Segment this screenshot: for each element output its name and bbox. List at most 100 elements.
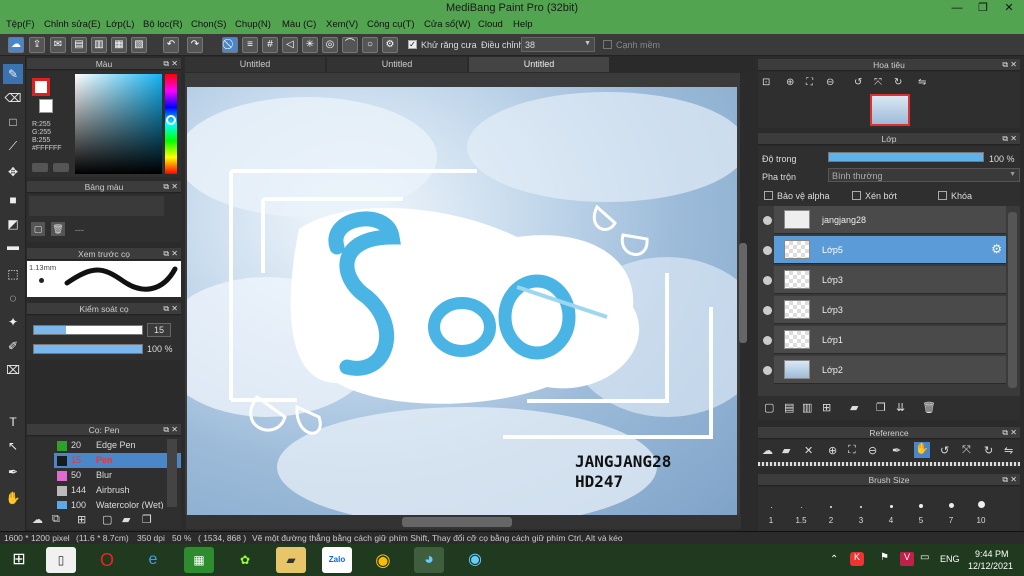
open-folder-icon[interactable]: ▰ — [782, 444, 790, 457]
secondary-color-swatch[interactable] — [39, 99, 53, 113]
menu-window[interactable]: Cửa sổ(W) — [424, 17, 470, 30]
dot-tool-icon[interactable]: □ — [3, 112, 23, 132]
layer-item[interactable]: jangjang28 — [774, 206, 1006, 234]
menu-help[interactable]: Help — [513, 17, 533, 30]
panel-close-icon[interactable]: ⧉ ✕ — [163, 248, 178, 260]
brush-size-option[interactable]: 1 — [757, 497, 785, 525]
panel-close-icon[interactable]: ⧉ ✕ — [1002, 427, 1017, 439]
snap-vanish-icon[interactable]: ◁ — [282, 37, 298, 53]
eye-icon[interactable] — [763, 216, 772, 225]
comment-icon[interactable]: ✉ — [50, 37, 66, 53]
flip-icon[interactable]: ⤧ — [962, 444, 971, 457]
brush-size-option[interactable]: 10 — [967, 497, 995, 525]
gradient-tool-icon[interactable]: ▬ — [3, 236, 23, 256]
flip-horizontal-icon[interactable]: ⇋ — [1004, 444, 1013, 457]
merge-layer-icon[interactable]: ⇊ — [896, 401, 905, 414]
eye-icon[interactable] — [763, 366, 772, 375]
brush-item-edge-pen[interactable]: 20 Edge Pen — [54, 438, 181, 453]
tab-untitled-2[interactable]: Untitled — [327, 57, 467, 72]
undo-icon[interactable]: ↶ — [163, 37, 179, 53]
close-icon[interactable]: ✕ — [804, 444, 813, 457]
store-icon[interactable]: ▦ — [184, 547, 214, 573]
panel-close-icon[interactable]: ⧉ ✕ — [1002, 474, 1017, 486]
brush-size-option[interactable]: 3 — [847, 497, 875, 525]
rotate-right-icon[interactable]: ↻ — [894, 77, 902, 88]
panel-close-icon[interactable]: ⧉ ✕ — [163, 181, 178, 193]
brush-size-option[interactable]: 4 — [877, 497, 905, 525]
export-icon[interactable]: ⇪ — [29, 37, 45, 53]
opera-icon[interactable]: O — [92, 547, 122, 573]
rotate-left-icon[interactable]: ↺ — [940, 444, 949, 457]
antialias-checkbox[interactable]: ✓ — [408, 40, 417, 49]
canvas-hscroll[interactable] — [402, 517, 512, 527]
eyedropper-icon[interactable]: ✒ — [892, 444, 901, 457]
select-pen-icon[interactable]: ✐ — [3, 336, 23, 356]
layer-list-scrollbar[interactable] — [1008, 212, 1017, 388]
snap-parallel-icon[interactable]: ≡ — [242, 37, 258, 53]
lasso-tool-icon[interactable]: ◌ — [3, 288, 23, 308]
menu-tools[interactable]: Công cụ(T) — [367, 17, 415, 30]
brush-size-option[interactable]: 7 — [937, 497, 965, 525]
panel-close-icon[interactable]: ⧉ ✕ — [163, 424, 178, 436]
tab-untitled-1[interactable]: Untitled — [185, 57, 325, 72]
grid-icon[interactable]: ▦ — [111, 37, 127, 53]
menu-file[interactable]: Tệp(F) — [6, 17, 35, 30]
page-icon[interactable]: ▤ — [71, 37, 87, 53]
tray-expand-icon[interactable]: ⌃ — [830, 554, 838, 565]
close-icon[interactable]: ✕ — [996, 0, 1022, 17]
add-brush-icon[interactable]: ⊞ — [77, 513, 86, 526]
explorer-icon[interactable]: ▰ — [276, 547, 306, 573]
medibang-icon[interactable]: ◕ — [414, 547, 444, 573]
palette-area[interactable] — [29, 196, 164, 216]
settings-gear-icon[interactable]: ⚙ — [382, 37, 398, 53]
add-layer-menu-icon[interactable]: ⊞ — [822, 401, 831, 414]
canvas-vscroll[interactable] — [739, 243, 747, 343]
panel-close-icon[interactable]: ⧉ ✕ — [163, 58, 178, 70]
flip-icon[interactable]: ⇋ — [918, 77, 926, 88]
line-tool-icon[interactable]: ⟋ — [3, 136, 23, 156]
adjust-select[interactable]: 38 ▼ — [521, 37, 595, 52]
app-icon[interactable]: ✿ — [230, 547, 260, 573]
chrome-profile-icon[interactable]: ◉ — [460, 547, 490, 573]
zoom-out-icon[interactable]: ⊖ — [868, 444, 877, 457]
brush-tool-icon[interactable]: ✎ — [3, 64, 23, 84]
snap-ellipse-icon[interactable]: ○ — [362, 37, 378, 53]
layer-opacity-slider[interactable] — [828, 152, 984, 162]
brush-item-pen[interactable]: 15 Pen ⚙ — [54, 453, 181, 468]
layer-item[interactable]: Lớp1 — [774, 326, 1006, 354]
brush-size-option[interactable]: 2 — [817, 497, 845, 525]
panel-close-icon[interactable]: ⧉ ✕ — [163, 303, 178, 315]
fill-rect-tool-icon[interactable]: ■ — [3, 190, 23, 210]
layer-item[interactable]: Lớp3 — [774, 266, 1006, 294]
primary-color-swatch[interactable] — [32, 78, 50, 96]
rotate-left-icon[interactable]: ↺ — [854, 77, 862, 88]
hand-icon[interactable]: ✋ — [914, 442, 930, 458]
snap-circle-icon[interactable]: ◎ — [322, 37, 338, 53]
protect-alpha-checkbox[interactable] — [764, 191, 773, 200]
color-mode-icon[interactable] — [32, 163, 48, 172]
panel-close-icon[interactable]: ⧉ ✕ — [1002, 59, 1017, 71]
new-icon[interactable]: ▢ — [102, 513, 112, 526]
hand-tool-icon[interactable]: ✋ — [3, 488, 23, 508]
smooth-checkbox[interactable] — [603, 40, 612, 49]
new-palette-icon[interactable]: ▢ — [31, 222, 45, 236]
new-8bit-layer-icon[interactable]: ▥ — [802, 401, 812, 414]
windows-start-icon[interactable]: ⊞ — [4, 547, 34, 573]
eye-icon[interactable] — [763, 306, 772, 315]
duplicate-layer-icon[interactable]: ❐ — [876, 401, 886, 414]
zoom-in-icon[interactable]: ⊕ — [828, 444, 837, 457]
menu-select[interactable]: Chọn(S) — [191, 17, 226, 30]
swap-color-icon[interactable] — [53, 163, 69, 172]
zoom-out-icon[interactable]: ⊖ — [826, 77, 834, 88]
magic-wand-icon[interactable]: ✦ — [3, 312, 23, 332]
eye-icon[interactable] — [763, 276, 772, 285]
eraser-tool-icon[interactable]: ⌫ — [3, 88, 23, 108]
menu-edit[interactable]: Chỉnh sửa(E) — [44, 17, 101, 30]
brush-opacity-slider[interactable] — [33, 344, 143, 354]
brush-size-slider[interactable] — [33, 325, 143, 335]
menu-filter[interactable]: Bộ lọc(R) — [143, 17, 183, 30]
trash-icon[interactable]: 🗑 — [51, 222, 65, 236]
menu-color[interactable]: Màu (C) — [282, 17, 316, 30]
fit-window-icon[interactable]: ⛶ — [848, 444, 856, 457]
tray-flag-icon[interactable]: ⚑ — [880, 552, 889, 563]
